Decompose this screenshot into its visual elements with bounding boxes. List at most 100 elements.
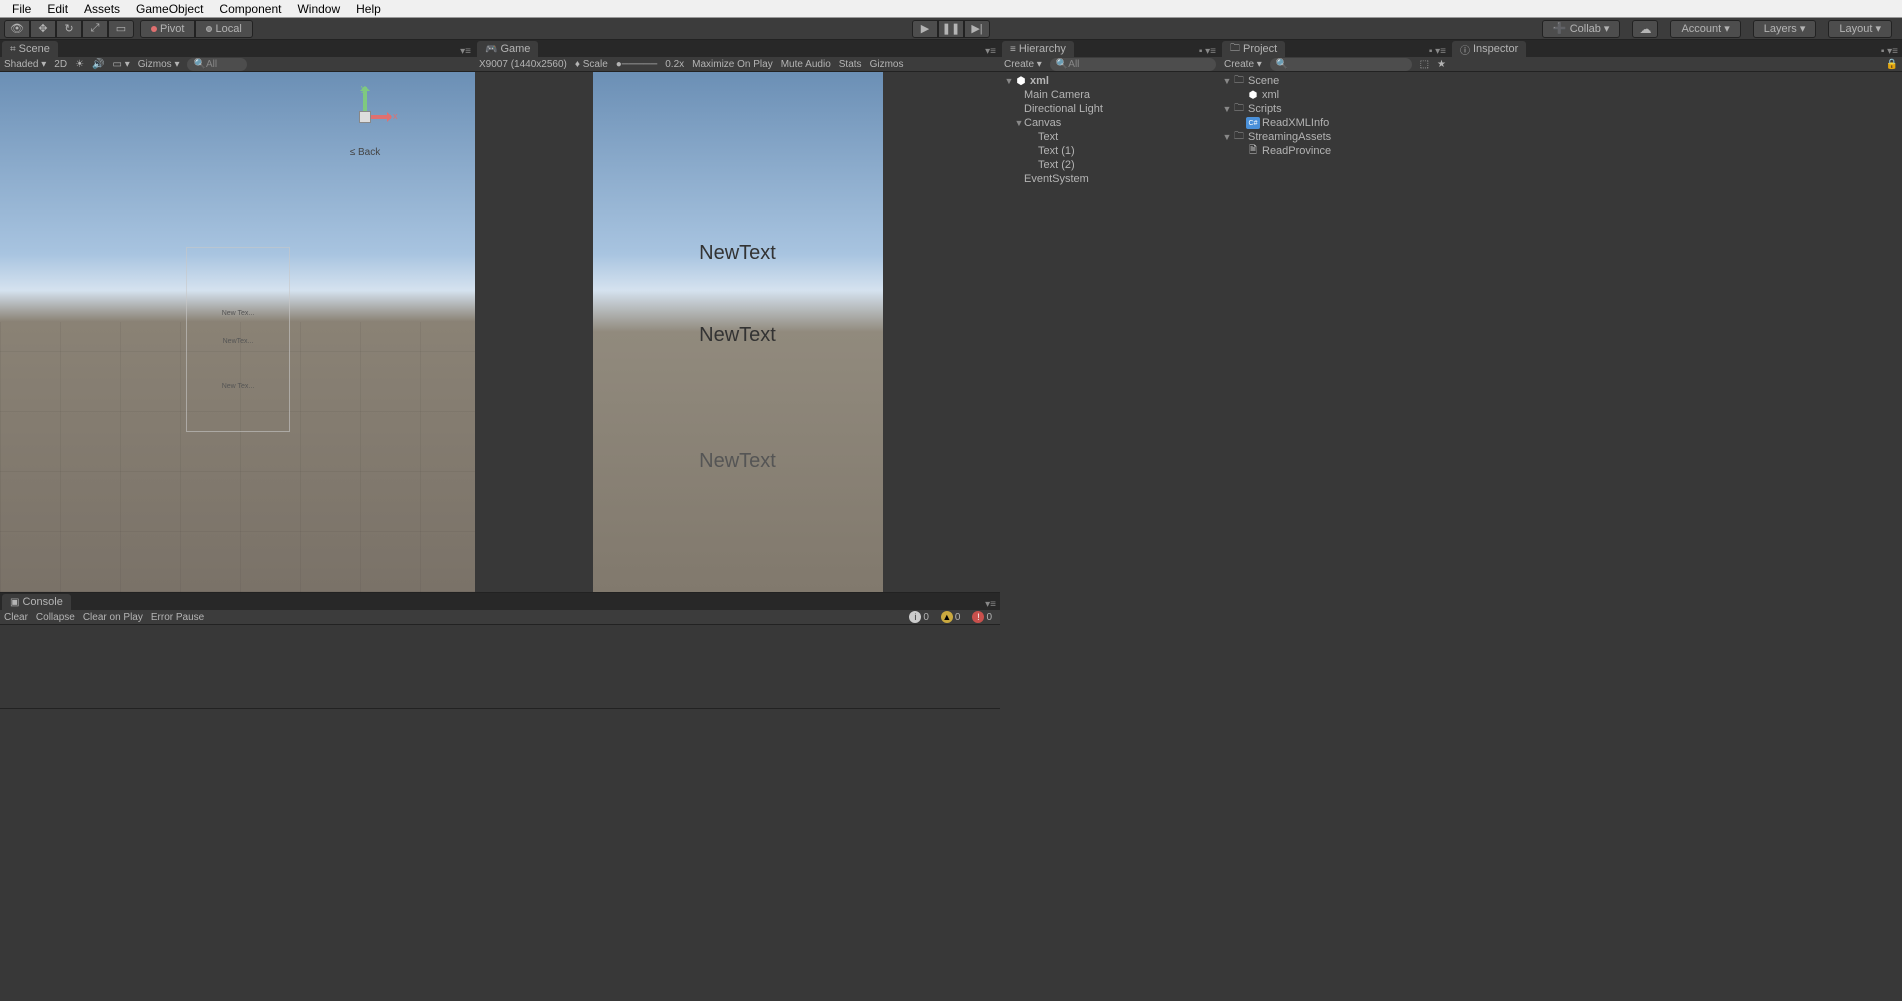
clear-on-play-toggle[interactable]: Clear on Play xyxy=(83,612,143,623)
console-body[interactable] xyxy=(0,625,1000,708)
collapse-toggle[interactable]: Collapse xyxy=(36,612,75,623)
project-tab-icon: 🗀 xyxy=(1230,41,1240,58)
menubar: File Edit Assets GameObject Component Wi… xyxy=(0,0,1902,18)
project-item[interactable]: ▼🗀Scene xyxy=(1220,74,1450,88)
stats-toggle[interactable]: Stats xyxy=(839,59,862,70)
scene-panel-options[interactable]: ▾≡ xyxy=(456,46,475,57)
folder-icon: 🗀 xyxy=(1232,75,1246,87)
warn-badge[interactable]: ▲0 xyxy=(937,611,965,623)
inspector-lock-button[interactable]: 🔒 xyxy=(1886,59,1898,70)
pause-button[interactable]: ❚❚ xyxy=(938,20,964,38)
inspector-panel-options[interactable]: ▪ ▾≡ xyxy=(1877,46,1902,57)
menu-help[interactable]: Help xyxy=(348,0,389,18)
fx-toggle[interactable]: ▭ ▾ xyxy=(113,59,130,70)
hierarchy-item[interactable]: ▼Canvas xyxy=(1000,116,1220,130)
menu-window[interactable]: Window xyxy=(289,0,348,18)
layers-button[interactable]: Layers ▾ xyxy=(1753,20,1817,38)
expand-arrow-icon[interactable]: ▼ xyxy=(1014,118,1024,128)
project-item[interactable]: ⬢xml xyxy=(1220,88,1450,102)
hierarchy-search[interactable]: 🔍All xyxy=(1050,58,1216,71)
shading-dropdown[interactable]: Shaded ▾ xyxy=(4,59,46,70)
hierarchy-panel-options[interactable]: ▪ ▾≡ xyxy=(1195,46,1220,57)
inspector-tab[interactable]: ⓘInspector xyxy=(1452,41,1526,57)
info-badge[interactable]: i0 xyxy=(905,611,933,623)
scene-search[interactable]: 🔍All xyxy=(187,58,247,71)
hierarchy-item[interactable]: Directional Light xyxy=(1000,102,1220,116)
game-tab[interactable]: 🎮Game xyxy=(477,41,538,57)
game-gizmos-dropdown[interactable]: Gizmos xyxy=(870,59,904,70)
expand-arrow-icon[interactable]: ▼ xyxy=(1222,132,1232,142)
audio-toggle[interactable]: 🔊 xyxy=(92,59,104,70)
project-favorite-button[interactable]: ★ xyxy=(1437,59,1446,70)
scale-value: 0.2x xyxy=(665,59,684,70)
hierarchy-scene-name: xml xyxy=(1030,75,1049,87)
expand-arrow-icon[interactable]: ▼ xyxy=(1004,76,1014,86)
hierarchy-tab[interactable]: ≡Hierarchy xyxy=(1002,41,1074,57)
hierarchy-scene-root[interactable]: ▼ ⬢ xml xyxy=(1000,74,1220,88)
play-button[interactable]: ▶ xyxy=(912,20,938,38)
scale-tool-button[interactable]: ⤢ xyxy=(82,20,108,38)
scene-tab-bar: ⌗Scene ▾≡ xyxy=(0,40,475,57)
project-item[interactable]: C#ReadXMLInfo xyxy=(1220,116,1450,130)
local-button[interactable]: Local xyxy=(195,20,252,38)
hierarchy-item[interactable]: Text xyxy=(1000,130,1220,144)
project-filter-button[interactable]: ⬚ xyxy=(1420,59,1429,70)
scale-slider[interactable]: ●───── xyxy=(616,59,657,70)
lighting-toggle[interactable]: ☀ xyxy=(75,59,84,70)
hierarchy-item[interactable]: Main Camera xyxy=(1000,88,1220,102)
hand-tool-button[interactable]: 👁 xyxy=(4,20,30,38)
project-create-button[interactable]: Create ▾ xyxy=(1224,59,1262,70)
project-item[interactable]: ▼🗀Scripts xyxy=(1220,102,1450,116)
game-panel: 🎮Game ▾≡ X9007 (1440x2560) ♦ Scale ●────… xyxy=(475,40,1000,592)
2d-toggle[interactable]: 2D xyxy=(54,59,67,70)
scene-view[interactable]: y x ≤ Back New Tex... NewTex... New Tex.… xyxy=(0,72,475,592)
mute-toggle[interactable]: Mute Audio xyxy=(781,59,831,70)
layout-button[interactable]: Layout ▾ xyxy=(1828,20,1892,38)
hierarchy-item[interactable]: Text (1) xyxy=(1000,144,1220,158)
menu-assets[interactable]: Assets xyxy=(76,0,128,18)
move-tool-button[interactable]: ✥ xyxy=(30,20,56,38)
project-item[interactable]: 🗎ReadProvince xyxy=(1220,144,1450,158)
menu-component[interactable]: Component xyxy=(211,0,289,18)
console-panel-options[interactable]: ▾≡ xyxy=(981,599,1000,610)
play-controls: ▶ ❚❚ ▶| xyxy=(912,20,990,38)
hierarchy-tree[interactable]: ▼ ⬢ xml Main Camera Directional Light ▼C… xyxy=(1000,72,1220,1001)
project-tree[interactable]: ▼🗀Scene ⬢xml ▼🗀Scripts C#ReadXMLInfo ▼🗀S… xyxy=(1220,72,1450,1001)
project-item-label: ReadXMLInfo xyxy=(1262,117,1329,129)
project-panel-options[interactable]: ▪ ▾≡ xyxy=(1425,46,1450,57)
project-tab-label: Project xyxy=(1243,43,1277,55)
pivot-button[interactable]: Pivot xyxy=(140,20,195,38)
hierarchy-create-button[interactable]: Create ▾ xyxy=(1004,59,1042,70)
clear-button[interactable]: Clear xyxy=(4,612,28,623)
info-icon: i xyxy=(909,611,921,623)
menu-edit[interactable]: Edit xyxy=(39,0,76,18)
pivot-label: Pivot xyxy=(160,23,184,35)
game-panel-options[interactable]: ▾≡ xyxy=(981,46,1000,57)
hierarchy-item[interactable]: Text (2) xyxy=(1000,158,1220,172)
hierarchy-item[interactable]: EventSystem xyxy=(1000,172,1220,186)
error-pause-toggle[interactable]: Error Pause xyxy=(151,612,204,623)
step-button[interactable]: ▶| xyxy=(964,20,990,38)
menu-file[interactable]: File xyxy=(4,0,39,18)
rotate-tool-button[interactable]: ↻ xyxy=(56,20,82,38)
scene-gizmo[interactable]: y x ≤ Back xyxy=(335,87,395,177)
rect-tool-button[interactable]: ▭ xyxy=(108,20,134,38)
account-button[interactable]: Account ▾ xyxy=(1670,20,1740,38)
game-tab-icon: 🎮 xyxy=(485,44,497,55)
project-search[interactable]: 🔍 xyxy=(1270,58,1412,71)
maximize-toggle[interactable]: Maximize On Play xyxy=(692,59,773,70)
inspector-tab-icon: ⓘ xyxy=(1460,42,1470,57)
gizmos-dropdown[interactable]: Gizmos ▾ xyxy=(138,59,180,70)
error-badge[interactable]: !0 xyxy=(968,611,996,623)
scene-tab[interactable]: ⌗Scene xyxy=(2,41,58,57)
cloud-button[interactable]: ☁ xyxy=(1632,20,1658,38)
menu-gameobject[interactable]: GameObject xyxy=(128,0,211,18)
gizmo-back-label[interactable]: ≤ Back xyxy=(335,147,395,158)
collab-button[interactable]: ➕ Collab ▾ xyxy=(1542,20,1621,38)
expand-arrow-icon[interactable]: ▼ xyxy=(1222,76,1232,86)
console-tab[interactable]: ▣Console xyxy=(2,594,71,610)
project-tab[interactable]: 🗀Project xyxy=(1222,41,1285,57)
resolution-dropdown[interactable]: X9007 (1440x2560) xyxy=(479,59,567,70)
expand-arrow-icon[interactable]: ▼ xyxy=(1222,104,1232,114)
scene-canvas-outline[interactable]: New Tex... NewTex... New Tex... xyxy=(186,247,290,432)
